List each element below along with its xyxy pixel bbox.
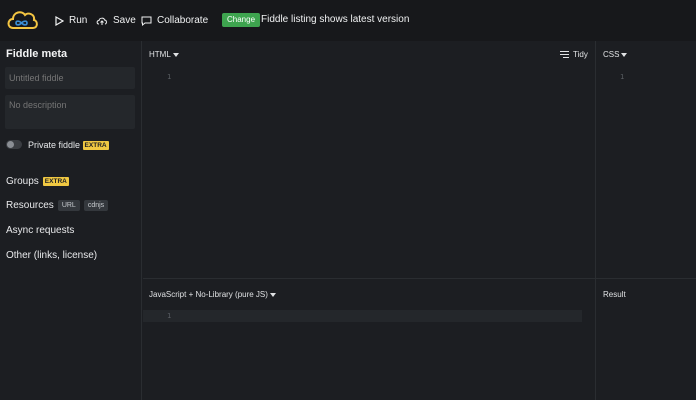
css-editor-panel[interactable]: CSS 1 [596, 41, 696, 278]
caret-down-icon [269, 292, 276, 297]
resource-url-chip[interactable]: URL [57, 200, 80, 211]
collaborate-label: Collaborate [157, 15, 209, 26]
line-number: 1 [167, 73, 172, 81]
resource-cdnjs-chip[interactable]: cdnjs [83, 200, 109, 211]
sidebar-title: Fiddle meta [6, 48, 68, 60]
line-number: 1 [167, 312, 172, 320]
css-label: CSS [603, 50, 620, 59]
change-button[interactable]: Change [222, 13, 261, 27]
sidebar-item-resources[interactable]: Resources URL cdnjs [6, 200, 109, 211]
run-label: Run [69, 15, 88, 26]
line-number: 1 [620, 73, 625, 81]
js-language-dropdown[interactable]: JavaScript + No-Library (pure JS) [149, 290, 276, 299]
html-editor-panel[interactable]: HTML Tidy 1 [143, 41, 595, 278]
tidy-label: Tidy [573, 50, 588, 59]
js-label: JavaScript + No-Library (pure JS) [149, 290, 268, 299]
fiddle-description-input[interactable] [5, 95, 135, 129]
extra-badge: EXTRA [42, 177, 69, 186]
change-status-text: Fiddle listing shows latest version [261, 14, 410, 25]
run-button[interactable]: Run [55, 0, 87, 41]
css-language-dropdown[interactable]: CSS [603, 50, 628, 59]
save-label: Save [113, 15, 136, 26]
extra-badge: EXTRA [82, 141, 109, 151]
collaborate-button[interactable]: Collaborate [141, 0, 208, 41]
fiddle-title-input[interactable] [5, 67, 135, 89]
sidebar-item-async-requests[interactable]: Async requests [6, 225, 74, 236]
cloud-upload-icon [96, 17, 107, 25]
top-toolbar: Run Save Collaborate Change Fiddle listi… [0, 0, 696, 41]
sidebar: Fiddle meta Private fiddle EXTRA Groups … [0, 41, 142, 400]
tidy-button[interactable]: Tidy [560, 50, 588, 59]
align-lines-icon [560, 51, 569, 58]
async-requests-label: Async requests [6, 225, 75, 236]
result-panel: Result [596, 279, 696, 400]
active-code-line[interactable] [143, 310, 582, 322]
save-button[interactable]: Save [96, 0, 136, 41]
private-fiddle-row: Private fiddle EXTRA [28, 140, 109, 151]
groups-label: Groups [6, 176, 39, 187]
resources-label: Resources [6, 200, 54, 211]
sidebar-item-other[interactable]: Other (links, license) [6, 250, 97, 261]
js-editor-panel[interactable]: JavaScript + No-Library (pure JS) [143, 279, 595, 400]
private-fiddle-label: Private fiddle [28, 140, 81, 150]
private-fiddle-toggle[interactable] [6, 140, 22, 149]
other-label: Other (links, license) [6, 250, 98, 261]
html-language-dropdown[interactable]: HTML [149, 50, 179, 59]
caret-down-icon [621, 52, 628, 57]
jsfiddle-logo-icon[interactable] [5, 6, 39, 34]
chat-bubble-icon [141, 16, 152, 26]
caret-down-icon [172, 52, 179, 57]
html-label: HTML [149, 50, 171, 59]
play-icon [55, 15, 64, 26]
sidebar-item-groups[interactable]: Groups EXTRA [6, 176, 69, 187]
result-label: Result [603, 290, 626, 299]
